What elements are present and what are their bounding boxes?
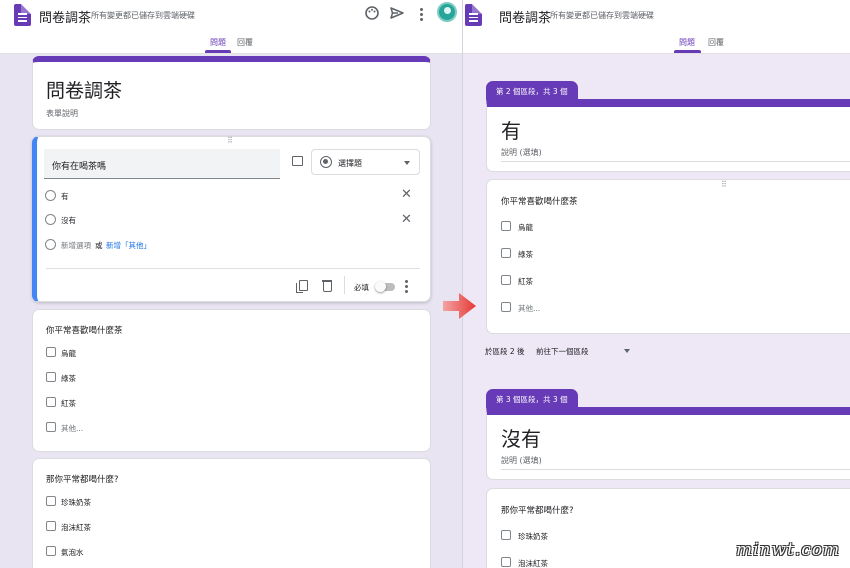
checkbox (46, 546, 56, 556)
option-label-2[interactable]: 沒有 (61, 215, 76, 226)
option-label[interactable]: 其他... (518, 303, 540, 314)
checkbox (501, 221, 511, 231)
send-icon[interactable] (389, 5, 405, 21)
option-label[interactable]: 泡沫紅茶 (518, 558, 548, 568)
option-label[interactable]: 綠茶 (518, 249, 533, 260)
checkbox (46, 422, 56, 432)
checkbox (46, 347, 56, 357)
question-card[interactable]: ⠿ 你平常喜歡喝什麼茶 烏龍 綠茶 紅茶 其他... (486, 179, 850, 334)
avatar[interactable] (437, 2, 457, 22)
option-label[interactable]: 其他... (61, 423, 83, 434)
form-title[interactable]: 問卷調茶 (499, 7, 551, 26)
checkbox (46, 397, 56, 407)
option-label[interactable]: 烏龍 (61, 348, 76, 359)
drag-handle-icon[interactable]: ⠿ (721, 180, 728, 189)
close-icon[interactable]: ✕ (401, 213, 412, 226)
checkbox (501, 530, 511, 540)
or-text: 或 (95, 241, 103, 250)
section-tab: 第 2 個區段，共 3 個 (486, 81, 578, 100)
form-header-card[interactable]: 問卷調茶 表單說明 (32, 56, 431, 130)
question-title-input[interactable]: 你有在喝茶嗎 (44, 149, 280, 179)
drag-handle-icon[interactable]: ⠿ (227, 136, 234, 145)
question-type-select[interactable]: 選擇題 (311, 149, 420, 175)
option-radio (45, 214, 56, 225)
top-bar: 問卷調茶 所有變更都已儲存到雲端硬碟 問題 回覆 (463, 0, 850, 54)
watermark: minwt.com (736, 540, 841, 560)
section-title[interactable]: 有 (501, 115, 521, 144)
section-description-input[interactable]: 說明 (選填) (501, 147, 850, 162)
option-label[interactable]: 綠茶 (61, 373, 76, 384)
forms-logo-icon[interactable] (14, 4, 31, 26)
option-label[interactable]: 紅茶 (61, 398, 76, 409)
tab-questions[interactable]: 問題 (679, 37, 695, 48)
checkbox (46, 521, 56, 531)
right-pane: 問卷調茶 所有變更都已儲存到雲端硬碟 問題 回覆 第 2 個區段，共 3 個 有… (463, 0, 850, 568)
section-header-card[interactable]: 有 說明 (選填) (486, 99, 850, 172)
checkbox (501, 275, 511, 285)
question-title[interactable]: 你平常喜歡喝什麼茶 (46, 324, 123, 336)
section-tab: 第 3 個區段，共 3 個 (486, 389, 578, 408)
option-radio (45, 239, 56, 250)
footer-separator (344, 276, 345, 294)
active-tab-indicator (674, 50, 701, 53)
required-label: 必填 (354, 283, 369, 292)
option-label-1[interactable]: 有 (61, 191, 69, 202)
option-label[interactable]: 烏龍 (518, 222, 533, 233)
option-label[interactable]: 氣泡水 (61, 547, 84, 558)
question-title[interactable]: 那你平常都喝什麼? (46, 473, 119, 485)
tab-responses[interactable]: 回覆 (708, 37, 724, 48)
image-icon[interactable] (292, 156, 303, 166)
form-description[interactable]: 表單說明 (46, 108, 78, 119)
option-radio (45, 190, 56, 201)
form-title-heading[interactable]: 問卷調茶 (46, 76, 122, 103)
tab-responses[interactable]: 回覆 (237, 37, 253, 48)
question-type-label: 選擇題 (338, 159, 362, 168)
radio-type-icon (320, 156, 332, 168)
checkbox (501, 302, 511, 312)
question-card[interactable]: 你平常喜歡喝什麼茶 烏龍 綠茶 紅茶 其他... (32, 309, 431, 452)
trash-icon[interactable] (322, 280, 332, 292)
section-title[interactable]: 沒有 (501, 423, 541, 452)
question-title[interactable]: 那你平常都喝什麼? (501, 504, 574, 516)
checkbox (46, 496, 56, 506)
palette-icon[interactable] (364, 5, 380, 21)
checkbox (46, 372, 56, 382)
section-header-card[interactable]: 沒有 說明 (選填) (486, 407, 850, 480)
question-card[interactable]: 那你平常都喝什麼? 珍珠奶茶 泡沫紅茶 氣泡水 (32, 458, 431, 568)
footer-divider (46, 268, 420, 269)
active-question-card[interactable]: ⠿ 你有在喝茶嗎 選擇題 有 ✕ 沒有 ✕ 新增選項 或 新增「其他」 必填 (32, 136, 431, 302)
after-section-label: 於區段 2 後 (485, 347, 525, 356)
add-option-input[interactable]: 新增選項 (61, 240, 91, 251)
section-description-input[interactable]: 說明 (選填) (501, 455, 850, 470)
checkbox (501, 557, 511, 567)
after-section-select[interactable]: 前往下一個區段 (536, 346, 589, 357)
question-title[interactable]: 你平常喜歡喝什麼茶 (501, 195, 578, 207)
forms-logo-icon[interactable] (465, 4, 482, 26)
dropdown-caret-icon (404, 161, 410, 165)
tab-questions[interactable]: 問題 (210, 37, 226, 48)
more-vert-icon[interactable] (420, 8, 423, 23)
arrow-right-icon (443, 293, 476, 319)
close-icon[interactable]: ✕ (401, 188, 412, 201)
add-other-link[interactable]: 新增「其他」 (106, 240, 151, 251)
required-toggle[interactable] (375, 281, 395, 292)
active-tab-indicator (205, 50, 231, 53)
option-label[interactable]: 珍珠奶茶 (61, 497, 91, 508)
copy-icon[interactable] (296, 280, 308, 293)
save-status: 所有變更都已儲存到雲端硬碟 (550, 11, 654, 20)
option-label[interactable]: 泡沫紅茶 (61, 522, 91, 533)
more-vert-icon[interactable] (405, 280, 408, 295)
save-status: 所有變更都已儲存到雲端硬碟 (91, 11, 195, 20)
left-pane: 問卷調茶 所有變更都已儲存到雲端硬碟 問題 回覆 問卷調茶 表單說明 ⠿ 你有在… (0, 0, 462, 568)
dropdown-caret-icon[interactable] (624, 349, 630, 353)
top-bar: 問卷調茶 所有變更都已儲存到雲端硬碟 問題 回覆 (0, 0, 462, 54)
form-title[interactable]: 問卷調茶 (39, 7, 91, 26)
option-label[interactable]: 紅茶 (518, 276, 533, 287)
option-label[interactable]: 珍珠奶茶 (518, 531, 548, 542)
checkbox (501, 248, 511, 258)
